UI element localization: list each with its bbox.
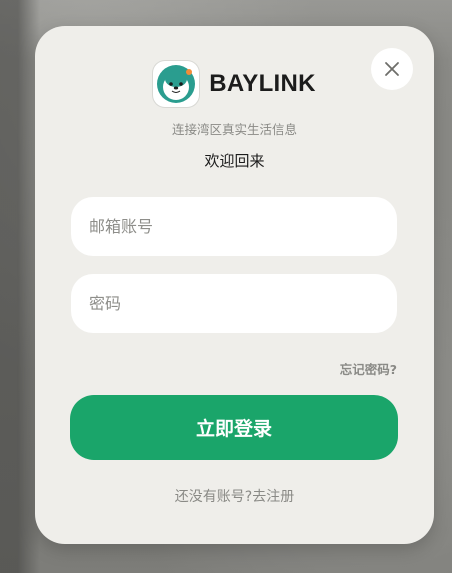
email-field[interactable]	[71, 197, 397, 256]
login-button[interactable]: 立即登录	[70, 395, 398, 460]
register-prompt-text: 还没有账号?	[174, 489, 253, 505]
login-modal: BAYLINK 连接湾区真实生活信息 欢迎回来 忘记密码? 立即登录 还没有账号…	[35, 26, 434, 544]
brand-header: BAYLINK	[35, 61, 434, 107]
register-link[interactable]: 去注册	[252, 489, 294, 505]
otter-logo-icon	[157, 65, 196, 103]
brand-name: BAYLINK	[209, 70, 316, 97]
tagline: 连接湾区真实生活信息	[171, 122, 297, 137]
register-prompt: 还没有账号?去注册	[35, 486, 434, 506]
welcome-title: 欢迎回来	[204, 152, 265, 170]
password-field[interactable]	[71, 274, 397, 333]
forgot-password-link[interactable]: 忘记密码?	[340, 359, 397, 378]
app-logo	[153, 61, 200, 107]
